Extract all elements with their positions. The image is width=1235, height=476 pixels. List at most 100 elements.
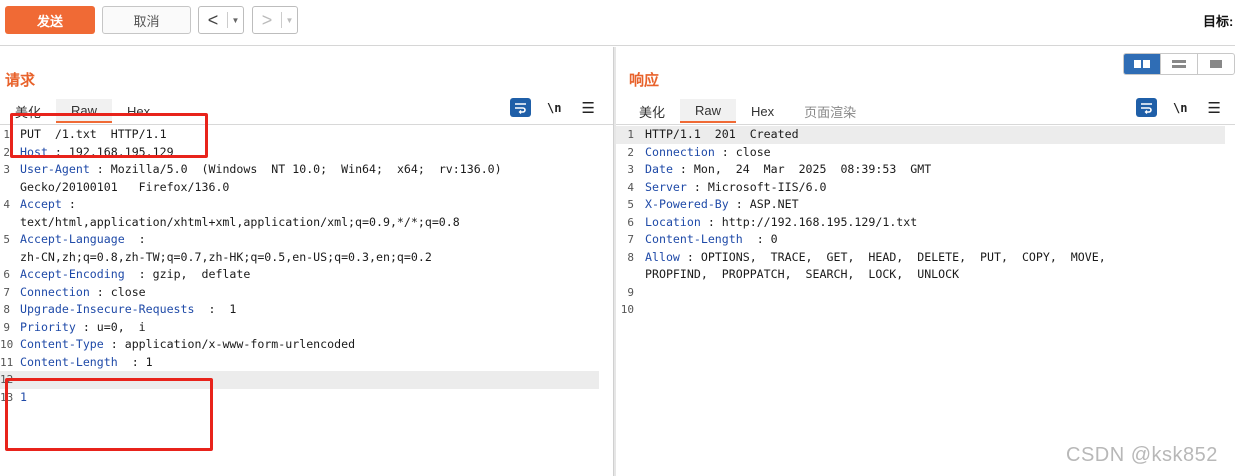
code-line[interactable]: 10 (616, 301, 1235, 319)
split-rows-icon[interactable] (1161, 54, 1198, 74)
code-line[interactable]: 10 Content-Type : application/x-www-form-… (0, 336, 613, 354)
menu-icon[interactable]: ☰ (581, 99, 594, 117)
line-content: Gecko/20100101 Firefox/136.0 (20, 179, 230, 194)
line-text: text/html,application/xhtml+xml,applicat… (20, 214, 460, 232)
header-value: close (735, 144, 771, 159)
single-view-icon[interactable] (1198, 54, 1234, 74)
code-line[interactable]: 7 Content-Length : 0 (616, 231, 1235, 249)
code-line[interactable]: 11 Content-Length : 1 (0, 354, 613, 372)
word-wrap-icon[interactable] (510, 98, 531, 117)
line-number: 9 (627, 285, 634, 299)
header-name: Allow (645, 249, 680, 264)
code-line[interactable]: 9 (616, 284, 1235, 302)
code-line[interactable]: 8 Allow : OPTIONS, TRACE, GET, HEAD, DELE… (616, 249, 1235, 267)
show-newlines-toggle[interactable]: \n (1173, 101, 1187, 115)
line-text: Allow : OPTIONS, TRACE, GET, HEAD, DELET… (645, 249, 1106, 267)
code-line[interactable]: PROPFIND, PROPPATCH, SEARCH, LOCK, UNLOC… (616, 266, 1235, 284)
code-line[interactable]: 4 Accept : (0, 196, 613, 214)
response-editor[interactable]: 1 HTTP/1.1 201 Created 2 Connection : close… (616, 126, 1235, 319)
line-number: 2 (627, 145, 634, 159)
header-separator: : (700, 214, 722, 229)
line-number: 7 (3, 285, 10, 299)
request-title: 请求 (5, 72, 36, 89)
line-text: Date : Mon, 24 Mar 2025 08:39:53 GMT (645, 161, 931, 179)
code-line[interactable]: 4 Server : Microsoft-IIS/6.0 (616, 179, 1235, 197)
line-number: 3 (627, 163, 634, 176)
line-text: Accept-Language : (20, 231, 153, 249)
top-toolbar: 发送 取消 < ▼ > ▼ 目标: (0, 0, 1235, 46)
show-newlines-toggle[interactable]: \n (547, 101, 561, 115)
line-text: PUT /1.txt HTTP/1.1 (20, 126, 167, 144)
header-separator: : (117, 354, 146, 369)
chevron-left-icon: < (207, 9, 219, 30)
code-line[interactable]: 5 Accept-Language : (0, 231, 613, 249)
forward-button[interactable]: > ▼ (252, 6, 298, 34)
code-line[interactable]: 8 Upgrade-Insecure-Requests : 1 (0, 301, 613, 319)
tab-divider (0, 124, 613, 125)
code-line[interactable]: 5 X-Powered-By : ASP.NET (616, 196, 1235, 214)
code-line[interactable]: 7 Connection : close (0, 284, 613, 302)
line-text: 1 (20, 389, 27, 407)
code-line[interactable]: 2 Connection : close (616, 144, 1235, 162)
header-value: Microsoft-IIS/6.0 (707, 179, 827, 194)
split-columns-icon[interactable] (1124, 54, 1161, 74)
header-separator: : (124, 267, 153, 281)
header-value: Mon, 24 Mar 2025 08:39:53 GMT (693, 162, 932, 176)
code-line[interactable]: 3 User-Agent : Mozilla/5.0 (Windows NT 10… (0, 161, 613, 179)
code-line[interactable]: 9 Priority : u=0, i (0, 319, 613, 337)
chevron-down-icon[interactable]: ▼ (228, 16, 243, 25)
header-separator: : (47, 144, 69, 159)
header-name: Accept (20, 197, 62, 211)
response-pane: 响应 美化 Raw Hex 页面渲染 \n ☰ 1 HTTP/1.1 201 Creat… (616, 47, 1235, 476)
header-separator: : (742, 232, 771, 246)
header-separator: : (89, 284, 111, 299)
header-value: 192.168.195.129 (68, 144, 174, 159)
code-line[interactable]: 1 HTTP/1.1 201 Created (616, 126, 1225, 144)
code-line[interactable]: Gecko/20100101 Firefox/136.0 (0, 179, 613, 197)
line-text: Connection : close (645, 144, 771, 162)
tab-raw[interactable]: Raw (56, 99, 113, 123)
code-line[interactable]: 12 (0, 371, 599, 389)
request-editor-tools: \n ☰ (510, 98, 595, 117)
tab-render[interactable]: 页面渲染 (789, 99, 871, 123)
code-line[interactable]: 2 Host : 192.168.195.129 (0, 144, 613, 162)
line-content: PUT /1.txt HTTP/1.1 (20, 127, 167, 141)
header-separator: : (679, 249, 701, 264)
tab-hex[interactable]: Hex (736, 99, 789, 123)
tab-hex[interactable]: Hex (112, 99, 165, 123)
menu-icon[interactable]: ☰ (1207, 99, 1220, 117)
tab-pretty[interactable]: 美化 (624, 99, 680, 123)
line-text: Content-Length : 0 (645, 231, 778, 249)
send-button[interactable]: 发送 (5, 6, 95, 34)
header-name: Content-Length (645, 232, 743, 246)
header-name: Priority (20, 319, 76, 334)
cancel-button[interactable]: 取消 (102, 6, 191, 34)
line-number: 2 (3, 145, 10, 159)
header-separator: : (194, 302, 230, 316)
header-name: Connection (645, 144, 715, 159)
word-wrap-icon[interactable] (1136, 98, 1157, 117)
line-number: 4 (627, 180, 634, 194)
code-line[interactable]: 6 Accept-Encoding : gzip, deflate (0, 266, 613, 284)
header-name: Location (645, 214, 701, 229)
header-name: Host (20, 144, 48, 159)
back-button[interactable]: < ▼ (198, 6, 244, 34)
code-line[interactable]: 13 1 (0, 389, 613, 407)
code-line[interactable]: zh-CN,zh;q=0.8,zh-TW;q=0.7,zh-HK;q=0.5,e… (0, 249, 613, 267)
code-line[interactable]: text/html,application/xhtml+xml,applicat… (0, 214, 613, 232)
request-editor[interactable]: 1 PUT /1.txt HTTP/1.1 2 Host : 192.168.195.… (0, 126, 613, 406)
header-name: Accept-Language (20, 232, 125, 246)
code-line[interactable]: 6 Location : http://192.168.195.129/1.txt (616, 214, 1235, 232)
chevron-right-icon: > (261, 9, 273, 30)
code-line[interactable]: 1 PUT /1.txt HTTP/1.1 (0, 126, 613, 144)
line-number: 10 (0, 338, 14, 351)
chevron-down-icon[interactable]: ▼ (282, 16, 297, 25)
header-name: Date (645, 162, 673, 176)
tab-pretty[interactable]: 美化 (0, 99, 56, 123)
line-content: zh-CN,zh;q=0.8,zh-TW;q=0.7,zh-HK;q=0.5,e… (20, 249, 432, 264)
header-separator: : (714, 144, 736, 159)
code-line[interactable]: 3 Date : Mon, 24 Mar 2025 08:39:53 GMT (616, 161, 1235, 179)
line-text: Content-Length : 1 (20, 354, 153, 372)
tab-raw[interactable]: Raw (680, 99, 737, 123)
line-text: Location : http://192.168.195.129/1.txt (645, 214, 917, 232)
